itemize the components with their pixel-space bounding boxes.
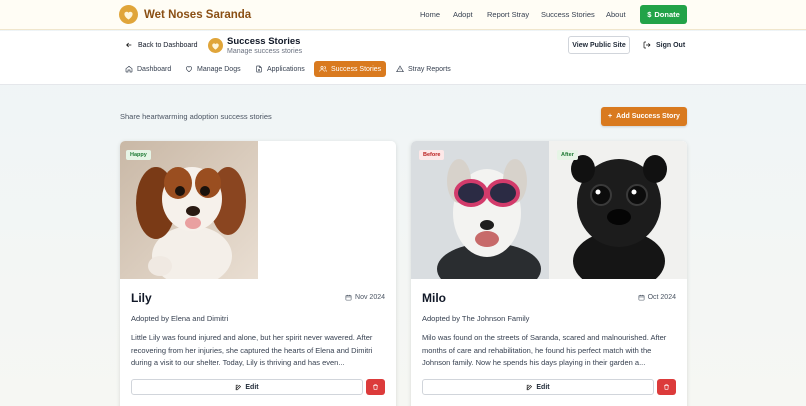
users-icon bbox=[319, 66, 327, 72]
story-card: Before After Milo Oct 2024 Adopted by Th… bbox=[411, 141, 687, 406]
before-badge: Before bbox=[419, 150, 445, 160]
dollar-icon: $ bbox=[647, 10, 652, 19]
dog-photo-after bbox=[549, 141, 687, 279]
view-public-site-button[interactable]: View Public Site bbox=[568, 36, 630, 54]
plus-icon: + bbox=[608, 113, 613, 120]
document-icon bbox=[256, 65, 262, 73]
adopted-by: Adopted by The Johnson Family bbox=[422, 314, 530, 323]
heart-logo-icon bbox=[208, 38, 223, 53]
nav-adopt[interactable]: Adopt bbox=[453, 10, 473, 19]
heart-logo-icon bbox=[119, 5, 138, 24]
back-to-dashboard-link[interactable]: Back to Dashboard bbox=[125, 41, 198, 49]
after-badge: After bbox=[557, 150, 578, 160]
edit-icon bbox=[236, 384, 242, 390]
story-date: Nov 2024 bbox=[345, 294, 385, 301]
admin-header: Back to Dashboard Success Stories Manage… bbox=[0, 31, 806, 85]
story-text: Milo was found on the streets of Saranda… bbox=[422, 333, 667, 367]
date-label: Oct 2024 bbox=[647, 294, 676, 301]
donate-button[interactable]: $ Donate bbox=[640, 5, 687, 24]
sign-out-button[interactable]: Sign Out bbox=[643, 41, 685, 49]
story-card: Happy Lily Nov 2024 Adopted by Elena and… bbox=[120, 141, 396, 406]
tab-label: Dashboard bbox=[137, 65, 172, 73]
edit-button[interactable]: Edit bbox=[422, 379, 654, 395]
tab-label: Stray Reports bbox=[408, 65, 451, 73]
happy-badge: Happy bbox=[126, 150, 151, 160]
edit-label: Edit bbox=[536, 383, 550, 391]
add-success-story-button[interactable]: + Add Success Story bbox=[601, 107, 687, 126]
add-label: Add Success Story bbox=[616, 113, 680, 120]
donate-label: Donate bbox=[654, 10, 680, 19]
brand[interactable]: Wet Noses Saranda bbox=[119, 5, 251, 24]
tab-applications[interactable]: Applications bbox=[250, 61, 310, 77]
tab-success-stories[interactable]: Success Stories bbox=[314, 61, 387, 77]
home-icon bbox=[125, 65, 133, 73]
tab-dashboard[interactable]: Dashboard bbox=[120, 61, 176, 77]
story-text: Little Lily was found injured and alone,… bbox=[131, 333, 373, 367]
adopted-by: Adopted by Elena and Dimitri bbox=[131, 314, 229, 323]
dog-photo-lily bbox=[120, 141, 258, 279]
delete-button[interactable] bbox=[366, 379, 385, 395]
edit-label: Edit bbox=[245, 383, 259, 391]
nav-about[interactable]: About bbox=[606, 10, 626, 19]
page-title: Success Stories bbox=[227, 36, 301, 47]
warning-icon bbox=[396, 65, 404, 72]
calendar-icon bbox=[638, 294, 644, 301]
story-image: Before After bbox=[411, 141, 687, 279]
heart-icon bbox=[185, 66, 193, 73]
tab-label: Applications bbox=[267, 65, 305, 73]
tab-stray-reports[interactable]: Stray Reports bbox=[391, 61, 456, 77]
sign-out-icon bbox=[643, 41, 651, 49]
tab-manage-dogs[interactable]: Manage Dogs bbox=[180, 61, 246, 77]
brand-name: Wet Noses Saranda bbox=[144, 8, 252, 21]
calendar-icon bbox=[345, 294, 352, 301]
page-subtitle: Manage success stories bbox=[227, 48, 303, 55]
page-intro: Share heartwarming adoption success stor… bbox=[120, 112, 272, 121]
back-label: Back to Dashboard bbox=[138, 41, 198, 49]
nav-report-stray[interactable]: Report Stray bbox=[487, 10, 529, 19]
sign-out-label: Sign Out bbox=[656, 41, 686, 49]
dog-photo-before bbox=[411, 141, 549, 279]
story-image: Happy bbox=[120, 141, 396, 279]
trash-icon bbox=[664, 384, 669, 390]
trash-icon bbox=[373, 384, 378, 390]
story-date: Oct 2024 bbox=[638, 294, 676, 301]
delete-button[interactable] bbox=[657, 379, 676, 395]
edit-button[interactable]: Edit bbox=[131, 379, 363, 395]
date-label: Nov 2024 bbox=[355, 294, 385, 301]
nav-success-stories[interactable]: Success Stories bbox=[541, 10, 595, 19]
tab-label: Manage Dogs bbox=[197, 65, 241, 73]
story-dog-name: Lily bbox=[131, 291, 152, 305]
top-navbar: Wet Noses Saranda Home Adopt Report Stra… bbox=[0, 0, 806, 30]
story-dog-name: Milo bbox=[422, 291, 446, 305]
nav-home[interactable]: Home bbox=[420, 10, 440, 19]
edit-icon bbox=[527, 384, 533, 390]
arrow-left-icon bbox=[126, 42, 132, 48]
tab-label: Success Stories bbox=[331, 65, 382, 73]
